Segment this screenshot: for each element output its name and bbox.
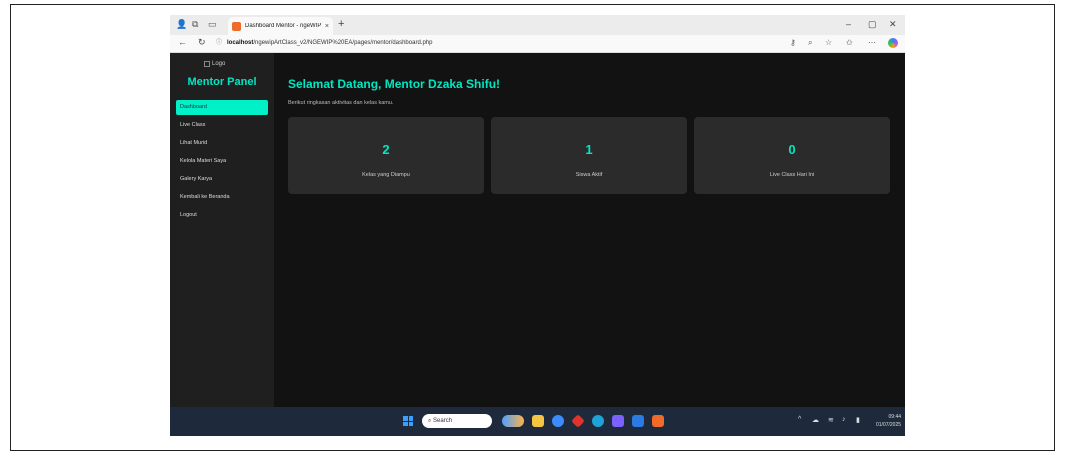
minimize-button[interactable]: – [846, 19, 851, 29]
volume-icon[interactable]: ♪ [842, 416, 846, 423]
chrome-icon[interactable] [552, 415, 564, 427]
windows-taskbar: ⌕ Search ^ ☁ ≋ ♪ ▮ 09:44 01/07/2025 [170, 407, 905, 436]
stat-label: Live Class Hari Ini [769, 172, 815, 178]
welcome-subtitle: Berikut ringkasan aktivitas dan kelas ka… [288, 100, 394, 106]
taskbar-search[interactable]: ⌕ Search [422, 414, 492, 428]
vscode-icon[interactable] [612, 415, 624, 427]
profile-icon[interactable]: 👤 [176, 19, 187, 30]
stat-value: 0 [788, 142, 796, 157]
clock-date: 01/07/2025 [876, 422, 902, 428]
xampp-icon[interactable] [652, 415, 664, 427]
sidebar-item-live-class[interactable]: Live Class [170, 118, 274, 133]
sidebar-item-kembali-beranda[interactable]: Kembali ke Beranda [170, 190, 274, 205]
widgets-icon[interactable] [502, 415, 524, 427]
tab-title: Dashboard Mentor - ngeWIP Art [245, 23, 321, 29]
more-menu-icon[interactable]: ⋯ [868, 38, 876, 47]
welcome-heading: Selamat Datang, Mentor Dzaka Shifu! [288, 77, 501, 91]
sidebar-item-galery-karya[interactable]: Galery Karya [170, 172, 274, 187]
logo: Logo [204, 61, 225, 67]
app-red-icon[interactable] [571, 414, 585, 428]
battery-icon[interactable]: ▮ [856, 416, 860, 424]
back-arrow-icon[interactable]: ← [178, 37, 187, 47]
browser-window: 👤 ⧉ ▭ Dashboard Mentor - ngeWIP Art × + … [170, 15, 905, 436]
new-tab-button[interactable]: + [338, 18, 344, 30]
stat-value: 1 [585, 142, 593, 157]
tab-actions-icon[interactable]: ▭ [208, 19, 217, 30]
broken-image-icon [204, 61, 210, 67]
onedrive-icon[interactable]: ☁ [812, 416, 819, 424]
close-window-button[interactable]: ✕ [889, 19, 897, 30]
stat-value: 2 [382, 142, 390, 157]
copilot-icon[interactable] [888, 38, 898, 48]
taskbar-clock[interactable]: 09:44 01/07/2025 [876, 413, 901, 429]
wifi-icon[interactable]: ≋ [828, 416, 834, 424]
edge-icon[interactable] [592, 415, 604, 427]
site-info-icon[interactable]: ⓘ [216, 40, 222, 46]
stats-cards: 2 Kelas yang Diampu 1 Siswa Aktif 0 Live… [288, 117, 890, 194]
web-page: Logo Mentor Panel Dashboard Live Class L… [170, 53, 905, 407]
panel-title: Mentor Panel [187, 76, 257, 88]
address-bar[interactable]: ⓘ localhost/ngewipArtClass_v2/NGEWIP%20EA… [216, 37, 756, 49]
stat-card-siswa: 1 Siswa Aktif [491, 117, 687, 194]
clock-time: 09:44 [888, 414, 902, 420]
stat-label: Siswa Aktif [575, 172, 603, 178]
stat-label: Kelas yang Diampu [362, 172, 410, 178]
sidebar-item-kelola-materi[interactable]: Kelola Materi Saya [170, 154, 274, 169]
sidebar-item-logout[interactable]: Logout [170, 208, 274, 223]
tab-bar: 👤 ⧉ ▭ Dashboard Mentor - ngeWIP Art × + … [170, 15, 905, 35]
workspaces-icon[interactable]: ⧉ [192, 19, 198, 30]
stat-card-live-class: 0 Live Class Hari Ini [694, 117, 890, 194]
restore-button[interactable]: ▢ [868, 19, 877, 30]
tray-chevron-icon[interactable]: ^ [798, 416, 801, 423]
tab-dashboard-mentor[interactable]: Dashboard Mentor - ngeWIP Art × [228, 17, 333, 35]
stat-card-kelas: 2 Kelas yang Diampu [288, 117, 484, 194]
sidebar-item-dashboard[interactable]: Dashboard [176, 100, 268, 115]
url-host: localhost [227, 40, 254, 46]
windows-start-icon[interactable] [403, 416, 413, 426]
url-path: /ngewipArtClass_v2/NGEWIP%20EA/pages/men… [253, 40, 433, 46]
sidebar-nav: Dashboard Live Class Lihat Murid Kelola … [170, 100, 274, 226]
sidebar: Logo Mentor Panel Dashboard Live Class L… [170, 53, 274, 407]
key-icon[interactable]: ⚷ [790, 38, 796, 47]
refresh-icon[interactable]: ↻ [198, 37, 206, 48]
taskbar-search-label: Search [433, 418, 453, 424]
app-blue-icon[interactable] [632, 415, 644, 427]
sidebar-item-lihat-murid[interactable]: Lihat Murid [170, 136, 274, 151]
zoom-icon[interactable]: ⌕ [808, 38, 812, 48]
main-content: Selamat Datang, Mentor Dzaka Shifu! Beri… [288, 53, 893, 407]
address-bar-row: ← ↻ ⓘ localhost/ngewipArtClass_v2/NGEWIP%… [170, 35, 905, 53]
favorites-list-icon[interactable]: ✩ [846, 38, 853, 47]
tab-close-icon[interactable]: × [325, 23, 329, 30]
favorite-star-icon[interactable]: ☆ [825, 38, 832, 47]
favicon-icon [232, 21, 241, 31]
logo-alt-text: Logo [212, 61, 226, 67]
file-explorer-icon[interactable] [532, 415, 544, 427]
